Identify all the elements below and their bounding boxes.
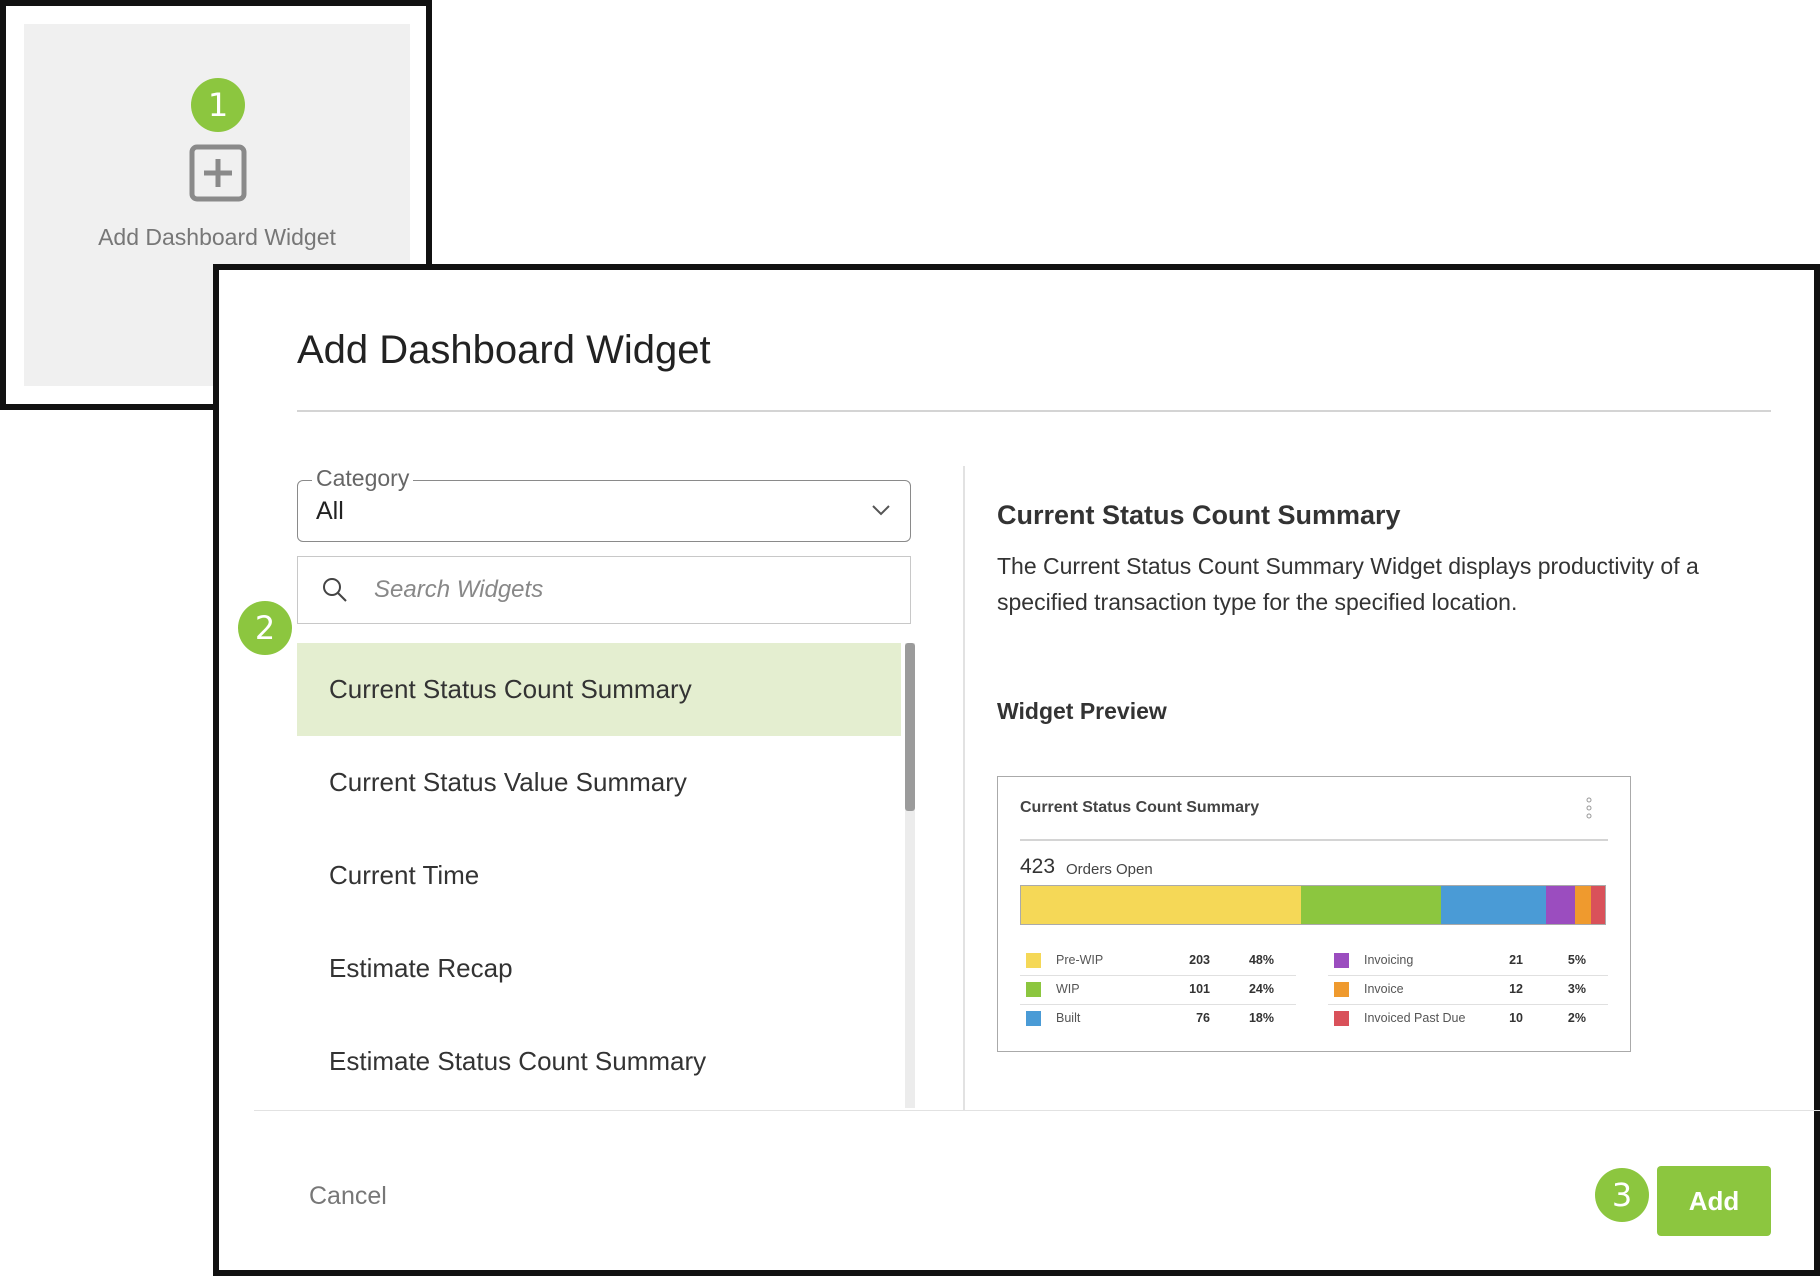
orders-total: 423: [1020, 855, 1056, 878]
list-item[interactable]: Current Status Value Summary: [297, 736, 901, 829]
legend-swatch: [1334, 1011, 1349, 1026]
add-button[interactable]: Add: [1657, 1166, 1771, 1236]
legend-row: Invoicing 21 5%: [1328, 947, 1608, 976]
scrollbar-thumb[interactable]: [905, 643, 915, 811]
legend-count: 21: [1509, 953, 1523, 967]
footer-divider: [254, 1110, 1820, 1111]
more-options-icon: [1586, 797, 1592, 819]
legend-count: 76: [1196, 1011, 1210, 1025]
legend-row: Invoiced Past Due 10 2%: [1328, 1005, 1608, 1034]
title-divider: [297, 410, 1771, 412]
list-item[interactable]: Estimate Recap: [297, 922, 901, 1015]
detail-title: Current Status Count Summary: [997, 500, 1401, 530]
legend-swatch: [1334, 982, 1349, 997]
legend-percent: 24%: [1248, 982, 1274, 996]
legend-swatch: [1026, 982, 1041, 997]
legend-name: Pre-WIP: [1056, 953, 1104, 967]
legend-percent: 3%: [1567, 982, 1586, 996]
legend-swatch: [1026, 1011, 1041, 1026]
search-field: [297, 556, 911, 624]
legend-name: Invoiced Past Due: [1364, 1011, 1466, 1025]
legend-name: Invoicing: [1364, 953, 1414, 967]
cancel-button[interactable]: Cancel: [309, 1182, 387, 1211]
legend-swatch: [1334, 953, 1349, 968]
status-stacked-bar: [1020, 885, 1606, 925]
step-badge-1: 1: [191, 78, 245, 132]
list-item[interactable]: Estimate Status Count Summary: [297, 1015, 901, 1108]
legend-name: WIP: [1056, 982, 1080, 996]
bar-segment-pre-wip: [1021, 886, 1302, 924]
bar-segment-invoice: [1574, 886, 1592, 924]
orders-total-label: Orders Open: [1066, 861, 1153, 878]
preview-divider: [1020, 839, 1608, 841]
plus-square-icon: [189, 144, 247, 202]
legend-left: Pre-WIP 203 48% WIP 101 24% Built 76 18%: [1020, 947, 1296, 1034]
list-item[interactable]: Current Status Count Summary: [297, 643, 901, 736]
legend-row: WIP 101 24%: [1020, 976, 1296, 1005]
widget-list: Current Status Count Summary Current Sta…: [297, 643, 901, 1108]
widget-preview-card: Current Status Count Summary 423 Orders …: [997, 776, 1631, 1052]
category-label: Category: [312, 465, 414, 492]
step-badge-3: 3: [1595, 1168, 1649, 1222]
category-value: All: [316, 497, 344, 525]
legend-name: Built: [1056, 1011, 1081, 1025]
legend-count: 203: [1189, 953, 1210, 967]
add-widget-dialog: Add Dashboard Widget Category All Curren…: [213, 264, 1820, 1276]
legend-row: Built 76 18%: [1020, 1005, 1296, 1034]
legend-swatch: [1026, 953, 1041, 968]
legend-row: Invoice 12 3%: [1328, 976, 1608, 1005]
category-select[interactable]: Category All: [297, 465, 911, 542]
legend-name: Invoice: [1364, 982, 1404, 996]
preview-title: Current Status Count Summary: [1020, 799, 1260, 816]
bar-segment-built: [1440, 886, 1546, 924]
legend-count: 12: [1509, 982, 1523, 996]
legend-right: Invoicing 21 5% Invoice 12 3% Invoiced P…: [1328, 947, 1608, 1034]
legend-percent: 18%: [1248, 1011, 1274, 1025]
dialog-title: Add Dashboard Widget: [297, 328, 711, 372]
bar-segment-invoicing: [1545, 886, 1575, 924]
pane-divider: [963, 466, 965, 1111]
legend-percent: 5%: [1567, 953, 1586, 967]
detail-description: The Current Status Count Summary Widget …: [997, 553, 1699, 615]
chevron-down-icon: [872, 505, 890, 516]
list-scrollbar[interactable]: [905, 643, 915, 1108]
bar-segment-wip: [1301, 886, 1441, 924]
legend-percent: 48%: [1248, 953, 1274, 967]
step-badge-2: 2: [238, 601, 292, 655]
legend-row: Pre-WIP 203 48%: [1020, 947, 1296, 976]
tile-label: Add Dashboard Widget: [98, 224, 336, 250]
legend-percent: 2%: [1567, 1011, 1586, 1025]
preview-label: Widget Preview: [997, 698, 1167, 724]
legend-count: 101: [1189, 982, 1210, 996]
bar-segment-invoiced-past-due: [1591, 886, 1605, 924]
search-icon: [323, 578, 347, 602]
legend-count: 10: [1509, 1011, 1523, 1025]
search-input[interactable]: [374, 575, 874, 605]
list-item[interactable]: Current Time: [297, 829, 901, 922]
